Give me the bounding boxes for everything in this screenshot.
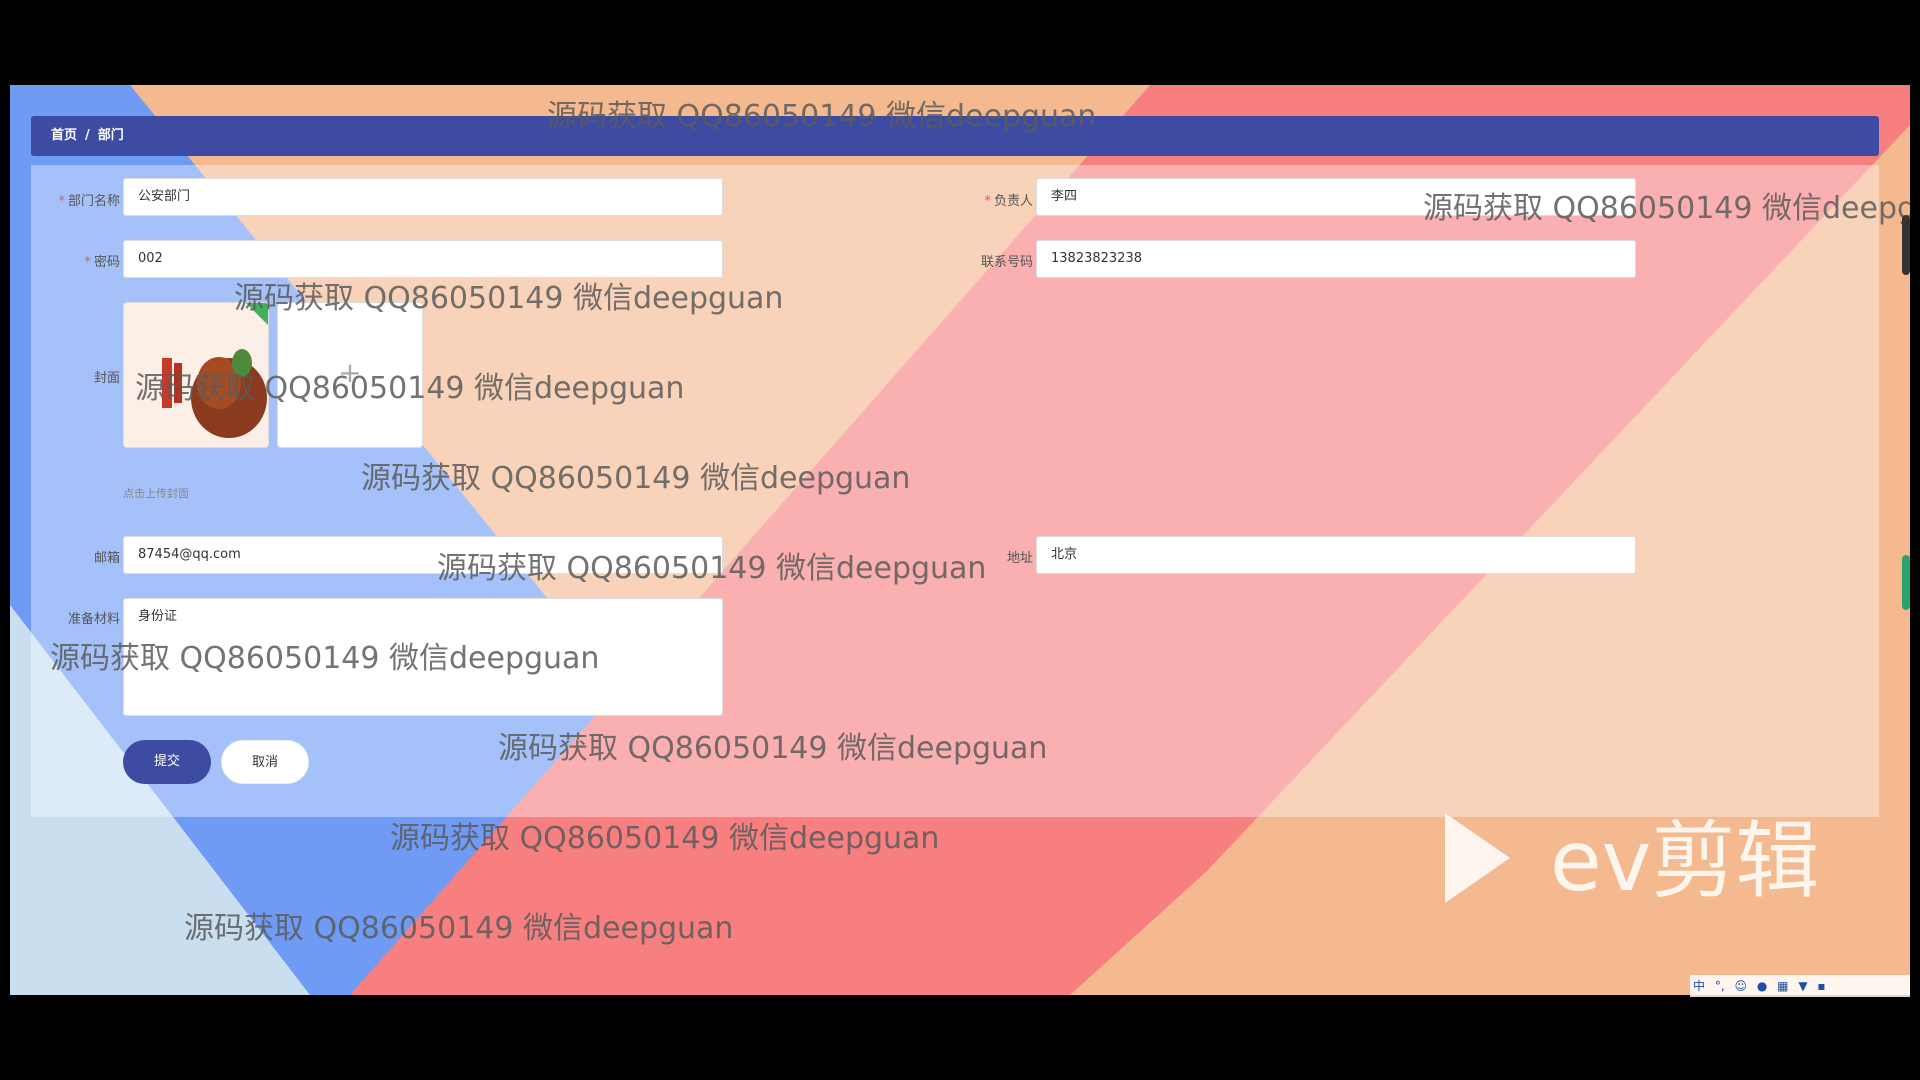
ime-mode-label[interactable]: 中 <box>1693 977 1705 994</box>
grid-icon[interactable]: ▪ <box>1817 979 1825 993</box>
shirt-icon[interactable]: ▼ <box>1798 979 1807 993</box>
dept-name-label: * 部门名称 <box>58 194 120 209</box>
breadcrumb-current: 部门 <box>97 128 124 143</box>
watermark: 源码获取 QQ86050149 微信deepguan <box>361 461 911 496</box>
required-mark: * <box>58 194 65 209</box>
password-label: * 密码 <box>84 255 120 270</box>
breadcrumb-separator: / <box>85 128 90 143</box>
materials-label: 准备材料 <box>67 612 120 627</box>
ime-toolbar: 中 °, ☺ ● ▦ ▼ ▪ <box>1690 975 1910 997</box>
cover-upload-hint: 点击上传封面 <box>123 487 189 500</box>
email-label: 邮箱 <box>93 551 120 566</box>
mic-icon[interactable]: ● <box>1757 979 1767 993</box>
phone-input[interactable]: 13823823238 <box>1036 240 1636 278</box>
watermark: 源码获取 QQ86050149 微信deepguan <box>50 641 600 676</box>
cancel-button[interactable]: 取消 <box>221 740 309 784</box>
ev-logo-icon: ev剪辑 <box>1445 812 1819 910</box>
watermark: 源码获取 QQ86050149 微信deepguan <box>234 281 784 316</box>
watermark: 源码获取 QQ86050149 微信deepguan <box>547 99 1097 134</box>
watermark: 源码获取 QQ86050149 微信deepguan <box>1423 191 1910 226</box>
phone-label: 联系号码 <box>980 255 1033 270</box>
watermark: 源码获取 QQ86050149 微信deepguan <box>498 731 1048 766</box>
watermark: 源码获取 QQ86050149 微信deepguan <box>184 911 734 946</box>
breadcrumb-home[interactable]: 首页 <box>51 128 77 143</box>
watermark: 源码获取 QQ86050149 微信deepguan <box>390 821 940 856</box>
ime-punct-label[interactable]: °, <box>1715 979 1725 993</box>
scrollbar-thumb[interactable] <box>1902 215 1910 275</box>
scrollbar-marker <box>1902 555 1910 610</box>
smile-icon[interactable]: ☺ <box>1735 979 1748 993</box>
keyboard-icon[interactable]: ▦ <box>1777 979 1788 993</box>
cover-label: 封面 <box>93 371 120 386</box>
dept-name-input[interactable]: 公安部门 <box>123 178 723 216</box>
leader-label: * 负责人 <box>984 194 1033 209</box>
address-input[interactable]: 北京 <box>1036 536 1636 574</box>
watermark: 源码获取 QQ86050149 微信deepguan <box>437 551 987 586</box>
submit-button[interactable]: 提交 <box>123 740 211 784</box>
required-mark: * <box>84 255 91 270</box>
watermark: 源码获取 QQ86050149 微信deepguan <box>135 371 685 406</box>
ev-brand-text: ev剪辑 <box>1550 812 1819 910</box>
required-mark: * <box>984 194 991 209</box>
